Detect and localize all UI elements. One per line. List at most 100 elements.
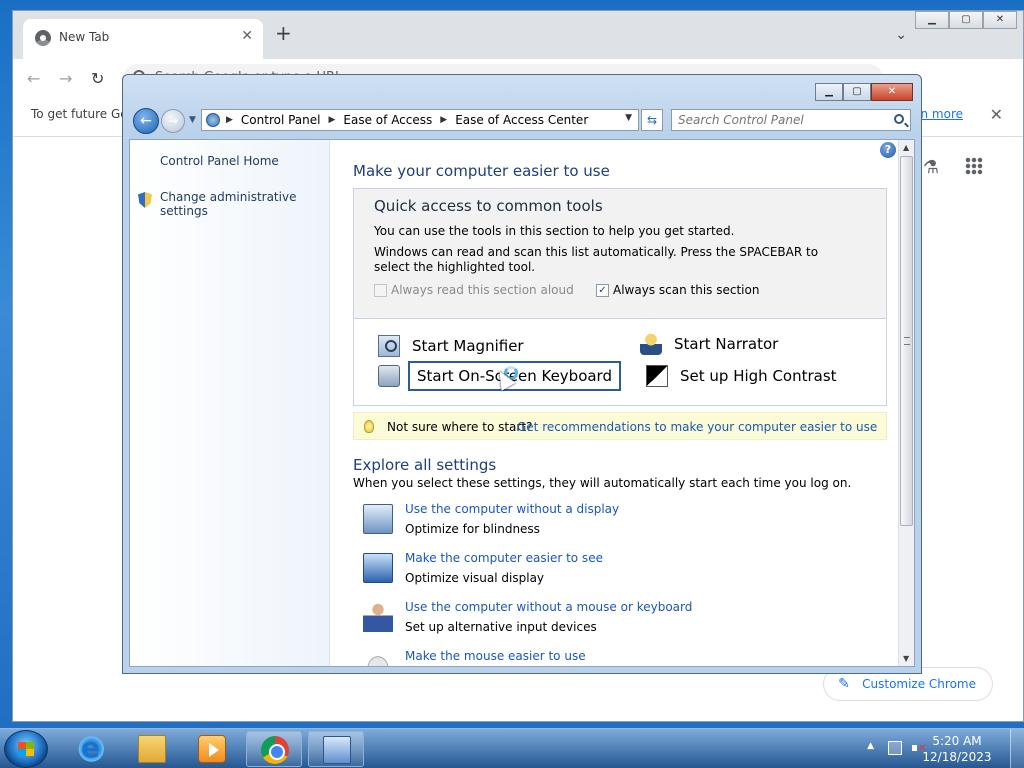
start-magnifier-label: Start Magnifier bbox=[412, 337, 524, 355]
reload-icon[interactable]: ↻ bbox=[91, 69, 104, 88]
chrome-icon bbox=[261, 736, 289, 764]
show-hidden-icons-icon[interactable]: ▲ bbox=[867, 741, 874, 751]
tab-search-chevron-icon[interactable]: ⌄ bbox=[895, 27, 907, 43]
read-aloud-label: Always read this section aloud bbox=[391, 283, 574, 297]
setting-without-display-link[interactable]: Use the computer without a display bbox=[405, 502, 619, 516]
vertical-scrollbar[interactable]: ▲ ▼ bbox=[898, 140, 914, 666]
high-contrast-label: Set up High Contrast bbox=[680, 367, 837, 385]
cp-main-pane: ? Make your computer easier to use Quick… bbox=[331, 140, 898, 666]
infobar-close-icon[interactable]: ✕ bbox=[990, 105, 1003, 124]
recent-pages-chevron-icon[interactable]: ▼ bbox=[189, 115, 196, 125]
cp-window-controls: ▁ ▢ ✕ bbox=[815, 83, 913, 101]
maximize-button[interactable]: ▢ bbox=[949, 11, 983, 29]
back-button[interactable]: ← bbox=[133, 108, 159, 134]
setting-without-display: Use the computer without a display Optim… bbox=[363, 502, 863, 542]
refresh-button[interactable]: ⇆ bbox=[641, 109, 663, 131]
always-scan-checkbox[interactable]: ✓ Always scan this section bbox=[596, 283, 759, 297]
chrome-tab-new-tab[interactable]: New Tab ✕ bbox=[23, 19, 263, 59]
address-bar[interactable]: ▶ Control Panel ▶ Ease of Access ▶ Ease … bbox=[201, 109, 639, 131]
start-narrator-tool[interactable]: Start Narrator bbox=[640, 333, 778, 355]
setting-without-mouse-keyboard-sub: Set up alternative input devices bbox=[405, 620, 597, 634]
apps-grid-icon[interactable] bbox=[965, 157, 983, 175]
setting-mouse-easier-link[interactable]: Make the mouse easier to use bbox=[405, 649, 586, 663]
control-panel-window: ▁ ▢ ✕ ← → ▼ ▶ Control Panel ▶ Ease of Ac… bbox=[122, 74, 922, 674]
scroll-up-arrow-icon[interactable]: ▲ bbox=[903, 143, 909, 152]
taskbar-file-explorer[interactable] bbox=[124, 731, 180, 767]
checkbox-checked-icon[interactable]: ✓ bbox=[596, 283, 609, 297]
show-desktop-button[interactable] bbox=[1010, 729, 1024, 768]
clock[interactable]: 5:20 AM 12/18/2023 bbox=[922, 733, 992, 765]
cp-maximize-button[interactable]: ▢ bbox=[843, 83, 871, 101]
close-window-button[interactable]: ✕ bbox=[983, 11, 1017, 29]
quick-access-desc-1: You can use the tools in this section to… bbox=[374, 224, 735, 238]
folder-icon bbox=[138, 735, 166, 763]
back-arrow-icon[interactable]: ← bbox=[27, 69, 40, 88]
high-contrast-icon bbox=[646, 365, 668, 387]
cp-nav-row: ← → ▼ ▶ Control Panel ▶ Ease of Access ▶… bbox=[129, 107, 915, 135]
mouse-icon bbox=[363, 651, 393, 666]
setting-easier-to-see-link[interactable]: Make the computer easier to see bbox=[405, 551, 603, 565]
setting-without-display-sub: Optimize for blindness bbox=[405, 522, 540, 536]
search-input[interactable] bbox=[678, 112, 878, 128]
explore-title: Explore all settings bbox=[353, 456, 497, 474]
magnifier-icon bbox=[378, 335, 400, 357]
labs-flask-icon[interactable]: ⚗ bbox=[923, 157, 939, 178]
internet-explorer-icon bbox=[76, 731, 104, 764]
taskbar-internet-explorer[interactable] bbox=[62, 731, 118, 767]
scrollbar-thumb[interactable] bbox=[900, 156, 913, 526]
customize-chrome-label: Customize Chrome bbox=[862, 677, 976, 691]
media-player-icon bbox=[198, 735, 226, 763]
start-button[interactable] bbox=[4, 730, 48, 768]
breadcrumb-separator-icon[interactable]: ▶ bbox=[329, 115, 336, 125]
display-icon bbox=[363, 504, 393, 534]
quick-access-panel: Quick access to common tools You can use… bbox=[353, 188, 887, 406]
setting-without-mouse-keyboard: Use the computer without a mouse or keyb… bbox=[363, 600, 863, 640]
checkbox-unchecked-icon bbox=[374, 283, 387, 297]
cp-minimize-button[interactable]: ▁ bbox=[815, 83, 843, 101]
sidebar-item-control-panel-home[interactable]: Control Panel Home bbox=[160, 154, 279, 168]
setting-easier-to-see-sub: Optimize visual display bbox=[405, 571, 545, 585]
setting-without-mouse-keyboard-link[interactable]: Use the computer without a mouse or keyb… bbox=[405, 600, 692, 614]
breadcrumb-ease-of-access[interactable]: Ease of Access bbox=[343, 113, 432, 127]
help-icon[interactable]: ? bbox=[880, 142, 896, 158]
taskbar-chrome[interactable] bbox=[246, 731, 302, 767]
breadcrumb-separator-icon[interactable]: ▶ bbox=[226, 115, 233, 125]
keyboard-icon bbox=[378, 365, 400, 387]
sidebar-item-change-admin-settings[interactable]: Change administrative settings bbox=[160, 190, 329, 218]
breadcrumb-separator-icon[interactable]: ▶ bbox=[440, 115, 447, 125]
read-aloud-checkbox: Always read this section aloud bbox=[374, 283, 574, 297]
setting-mouse-easier: Make the mouse easier to use bbox=[363, 649, 863, 666]
minimize-button[interactable]: ▁ bbox=[915, 11, 949, 29]
start-magnifier-tool[interactable]: Start Magnifier bbox=[378, 335, 524, 357]
breadcrumb-control-panel[interactable]: Control Panel bbox=[241, 113, 321, 127]
taskbar-media-player[interactable] bbox=[184, 731, 240, 767]
chrome-tab-title: New Tab bbox=[59, 30, 110, 44]
clock-time: 5:20 AM bbox=[932, 734, 982, 748]
search-icon[interactable] bbox=[894, 114, 904, 124]
high-contrast-tool[interactable]: Set up High Contrast bbox=[646, 365, 837, 387]
start-narrator-label: Start Narrator bbox=[674, 335, 779, 353]
hint-question: Not sure where to start? bbox=[387, 420, 533, 434]
search-box[interactable] bbox=[671, 109, 911, 131]
control-panel-icon bbox=[206, 113, 220, 127]
forward-button[interactable]: → bbox=[161, 109, 185, 133]
cp-close-button[interactable]: ✕ bbox=[871, 83, 913, 101]
network-icon[interactable] bbox=[888, 741, 902, 755]
scroll-grip-icon bbox=[904, 337, 910, 345]
taskbar: ▲ 5:20 AM 12/18/2023 bbox=[0, 728, 1024, 768]
cp-sidebar: Control Panel Home Change administrative… bbox=[130, 140, 330, 666]
scroll-down-arrow-icon[interactable]: ▼ bbox=[903, 654, 909, 663]
address-dropdown-icon[interactable]: ▼ bbox=[625, 113, 632, 123]
recommendations-link[interactable]: Get recommendations to make your compute… bbox=[517, 420, 877, 434]
setting-easier-to-see: Make the computer easier to see Optimize… bbox=[363, 551, 863, 591]
taskbar-control-panel[interactable] bbox=[308, 731, 364, 767]
always-scan-label: Always scan this section bbox=[613, 283, 760, 297]
recommendation-hint: Not sure where to start? Get recommendat… bbox=[353, 412, 887, 440]
new-tab-button[interactable]: + bbox=[275, 23, 292, 43]
close-tab-icon[interactable]: ✕ bbox=[241, 28, 253, 44]
forward-arrow-icon[interactable]: → bbox=[59, 69, 72, 88]
breadcrumb-ease-of-access-center[interactable]: Ease of Access Center bbox=[455, 113, 588, 127]
monitor-magnifier-icon bbox=[363, 553, 393, 583]
lightbulb-icon bbox=[364, 420, 374, 433]
breadcrumb: ▶ Control Panel ▶ Ease of Access ▶ Ease … bbox=[226, 113, 588, 127]
